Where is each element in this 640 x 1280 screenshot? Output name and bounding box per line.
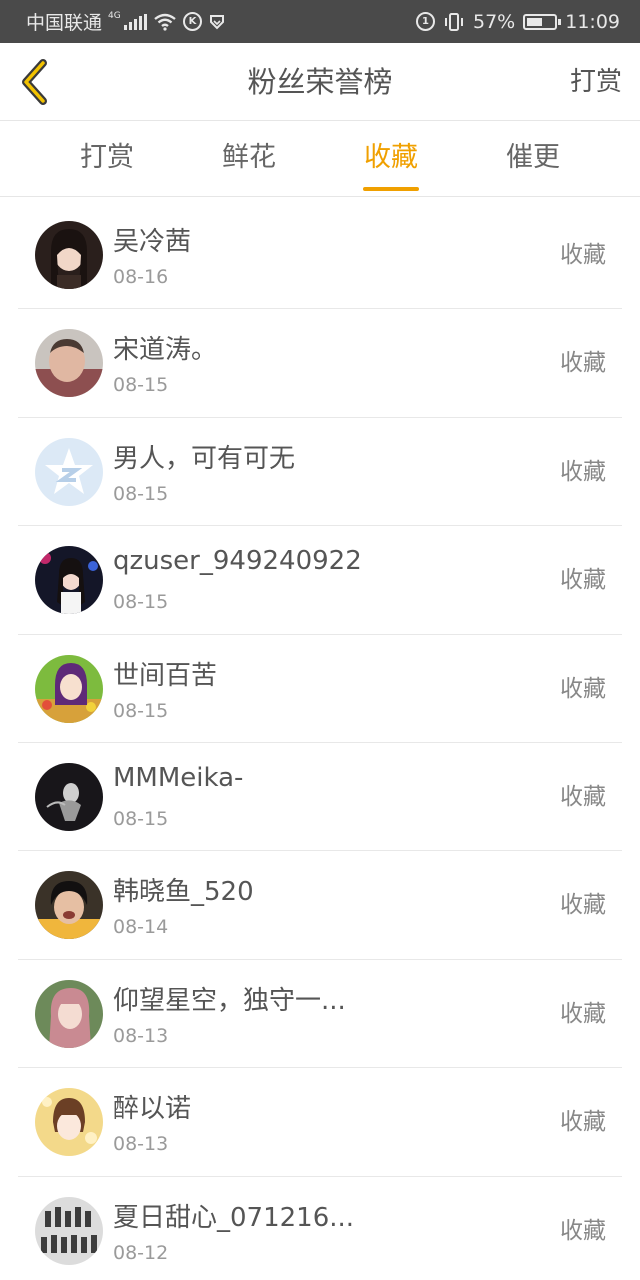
portrait-pink-hair-icon (35, 979, 103, 1048)
tab-flowers[interactable]: 鲜花 (199, 122, 299, 197)
list-item[interactable]: MMMeika- 08-15 收藏 (18, 743, 622, 852)
collect-label: 收藏 (560, 350, 606, 377)
date: 08-15 (113, 374, 169, 397)
tab-reward[interactable]: 打赏 (57, 122, 157, 197)
k-app-icon: K (183, 12, 203, 31)
battery-icon (523, 13, 562, 30)
list-item[interactable]: qzuser_949240922 08-15 收藏 (18, 526, 622, 635)
carrier-label: 中国联通 (26, 12, 103, 34)
app-header: 粉丝荣誉榜 打赏 (0, 43, 640, 121)
date: 08-16 (113, 266, 169, 288)
tab-urge[interactable]: 催更 (483, 122, 583, 197)
tab-label: 打赏 (80, 142, 134, 173)
active-tab-indicator (363, 187, 419, 191)
avatar (35, 979, 103, 1048)
chevron-left-icon (22, 59, 47, 105)
signal-icon (124, 13, 148, 30)
date: 08-13 (113, 1133, 169, 1156)
user-name: 仰望星空，独守一... (113, 985, 346, 1016)
group-photo-icon (35, 1196, 103, 1265)
battery-percent: 57% (473, 10, 516, 33)
user-name: 世间百苦 (113, 660, 218, 691)
list-item[interactable]: 世间百苦 08-15 收藏 (18, 635, 622, 743)
network-type: 4G (108, 11, 121, 21)
figure-dark-icon (35, 762, 103, 831)
list-item[interactable]: 仰望星空，独守一... 08-13 收藏 (18, 960, 622, 1069)
collect-label: 收藏 (560, 675, 606, 702)
user-name: 醉以诺 (113, 1094, 192, 1125)
cartoon-girl-yellow-icon (35, 1088, 103, 1157)
vibrate-icon (445, 12, 463, 31)
tab-bar: 打赏 鲜花 收藏 催更 (0, 122, 640, 197)
avatar (35, 221, 103, 289)
user-name: 吴冷茜 (113, 227, 192, 257)
avatar (35, 654, 103, 723)
date: 08-15 (113, 482, 169, 505)
collect-label: 收藏 (560, 783, 606, 810)
collect-label: 收藏 (560, 892, 606, 919)
avatar (35, 1088, 103, 1157)
date: 08-15 (113, 591, 169, 614)
reward-button[interactable]: 打赏 (570, 43, 622, 121)
list-item[interactable]: 醉以诺 08-13 收藏 (18, 1068, 622, 1177)
list-item[interactable]: 宋道涛。 08-15 收藏 (18, 309, 622, 418)
portrait-woman-icon (35, 221, 103, 289)
shield-icon (210, 14, 225, 29)
battery-fill (527, 17, 543, 26)
wifi-icon (154, 13, 176, 31)
collect-label: 收藏 (560, 1109, 606, 1136)
status-right: 1 57% 11:09 (416, 0, 620, 43)
avatar (35, 437, 103, 506)
collect-label: 收藏 (560, 458, 606, 485)
tab-label: 鲜花 (222, 142, 276, 173)
status-bar: 中国联通 4G K 1 57% 11:09 (0, 0, 640, 43)
user-name: 男人，可有可无 (113, 443, 296, 474)
status-left: 中国联通 4G K (26, 0, 226, 43)
fan-list: 吴冷茜 08-16 收藏 宋道涛。 08-15 收藏 男人，可有可无 08-15… (0, 201, 640, 1280)
portrait-man-icon (35, 329, 103, 398)
list-item[interactable]: 吴冷茜 08-16 收藏 (18, 201, 622, 310)
date: 08-15 (113, 807, 169, 830)
user-name: MMMeika- (113, 762, 244, 793)
portrait-young-man-icon (35, 871, 103, 940)
clock: 11:09 (565, 10, 620, 33)
portrait-woman-stage-icon (35, 546, 103, 615)
cartoon-girl-icon (35, 654, 103, 723)
qzone-star-icon (35, 437, 103, 506)
collect-label: 收藏 (560, 242, 606, 268)
collect-label: 收藏 (560, 1217, 606, 1244)
avatar (35, 1196, 103, 1265)
tab-label: 收藏 (364, 142, 418, 173)
user-name: 宋道涛。 (113, 335, 218, 366)
list-item[interactable]: 男人，可有可无 08-15 收藏 (18, 418, 622, 527)
date: 08-15 (113, 699, 169, 722)
list-item[interactable]: 韩晓鱼_520 08-14 收藏 (18, 851, 622, 960)
tab-collect[interactable]: 收藏 (341, 122, 441, 197)
date: 08-14 (113, 916, 169, 939)
collect-label: 收藏 (560, 567, 606, 594)
date: 08-12 (113, 1241, 169, 1264)
avatar (35, 871, 103, 940)
avatar (35, 546, 103, 615)
list-item[interactable]: 夏日甜心_071216... 08-12 收藏 (18, 1177, 622, 1280)
user-name: qzuser_949240922 (113, 546, 362, 577)
hd-call-icon: 1 (416, 12, 435, 31)
avatar (35, 762, 103, 831)
avatar (35, 329, 103, 398)
tab-label: 催更 (506, 142, 560, 173)
date: 08-13 (113, 1024, 169, 1047)
user-name: 韩晓鱼_520 (113, 877, 254, 908)
collect-label: 收藏 (560, 1000, 606, 1027)
back-button[interactable] (14, 57, 54, 107)
page-title: 粉丝荣誉榜 (247, 65, 393, 99)
user-name: 夏日甜心_071216... (113, 1202, 355, 1233)
